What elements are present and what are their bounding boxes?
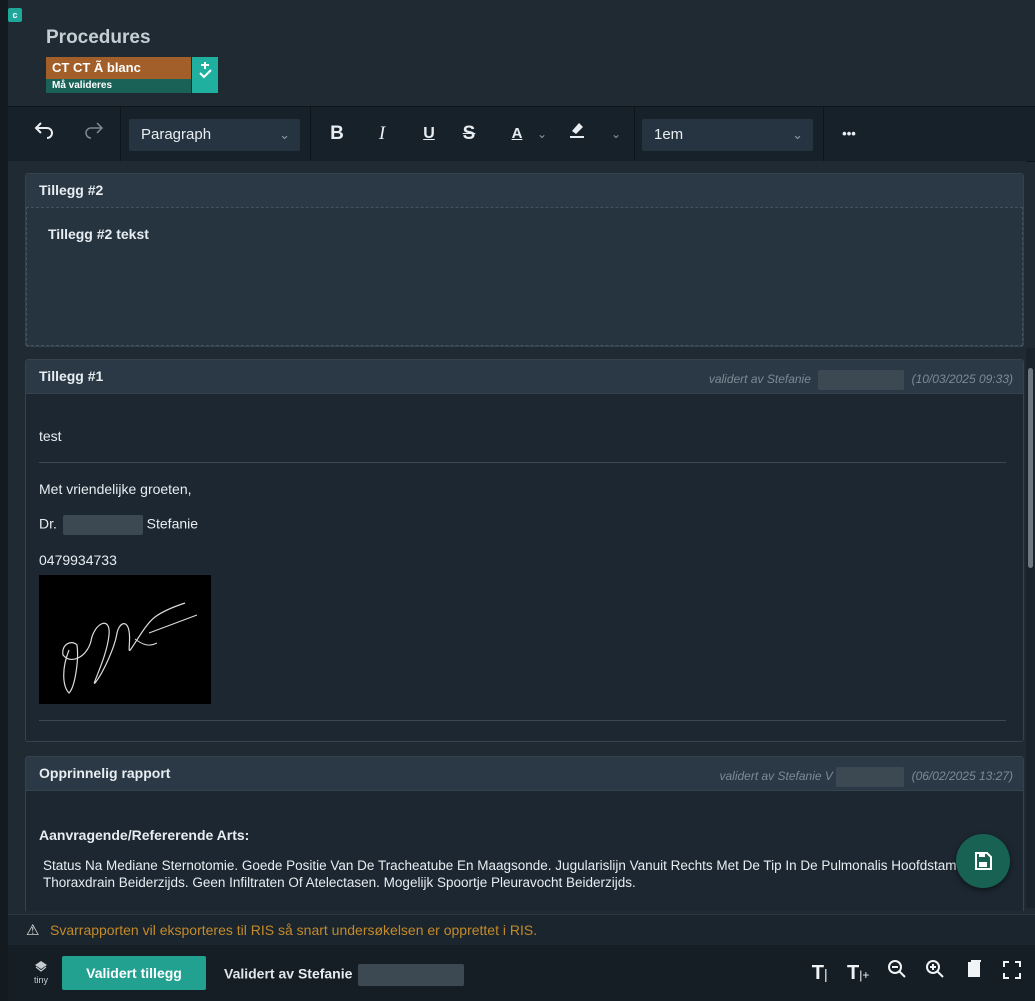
procedures-title: Procedures bbox=[46, 27, 151, 48]
original-validated-by: validert av Stefanie V bbox=[719, 769, 833, 784]
block-format-value: Paragraph bbox=[141, 126, 212, 143]
procedure-header: Procedures CT CT Ã blanc Må valideres bbox=[8, 0, 1035, 105]
procedure-tag-name: CT CT Ã blanc bbox=[46, 57, 191, 79]
block-format-select[interactable]: Paragraph ⌄ bbox=[129, 119, 300, 151]
chevron-down-icon[interactable]: ⌄ bbox=[534, 119, 550, 149]
addendum-2-title: Tillegg #2 bbox=[39, 182, 104, 198]
scrollbar-thumb[interactable] bbox=[1028, 368, 1033, 568]
original-report-panel: Opprinnelig rapport validert av Stefanie… bbox=[25, 756, 1024, 911]
validate-icon bbox=[199, 62, 212, 79]
strikethrough-button[interactable]: S bbox=[456, 119, 482, 149]
redacted-name bbox=[818, 370, 905, 390]
toolbar-divider bbox=[310, 107, 311, 161]
validate-procedure-button[interactable] bbox=[192, 57, 218, 93]
addendum-2-panel: Tillegg #2 Tillegg #2 tekst bbox=[25, 173, 1024, 347]
addendum-2-text: Tillegg #2 tekst bbox=[48, 226, 149, 242]
addendum-1-validation: validert av Stefanie (10/03/2025 09:33) bbox=[709, 370, 1013, 390]
original-timestamp: (06/02/2025 13:27) bbox=[911, 769, 1013, 784]
original-report-header: Opprinnelig rapport validert av Stefanie… bbox=[26, 757, 1023, 791]
validated-by-label: Validert av bbox=[224, 965, 295, 982]
left-rail bbox=[0, 0, 8, 1001]
text-increase-icon[interactable]: T|+ bbox=[845, 957, 871, 989]
phone-number: 0479934733 bbox=[39, 552, 117, 568]
warning-icon: ⚠ bbox=[26, 922, 40, 939]
export-warning: ⚠ Svarrapporten vil eksporteres til RIS … bbox=[8, 914, 1035, 945]
validated-by: Validert av Stefanie bbox=[224, 964, 465, 986]
toolbar-divider bbox=[634, 107, 635, 161]
addendum-1-panel: Tillegg #1 validert av Stefanie (10/03/2… bbox=[25, 359, 1024, 742]
footer-bar: tiny Validert tillegg Validert av Stefan… bbox=[8, 945, 1035, 1001]
save-icon bbox=[975, 851, 992, 870]
redacted-name bbox=[62, 515, 143, 535]
toolbar-divider bbox=[823, 107, 824, 161]
addendum-1-body: test bbox=[39, 428, 62, 444]
validated-by-name: Stefanie bbox=[297, 965, 353, 982]
redacted-name bbox=[358, 964, 465, 986]
editor-content: Tillegg #2 Tillegg #2 tekst Tillegg #1 v… bbox=[8, 161, 1026, 911]
divider bbox=[39, 462, 1006, 463]
original-report-validation: validert av Stefanie V (06/02/2025 13:27… bbox=[719, 767, 1013, 787]
section-label: Aanvragende/Refererende Arts: bbox=[39, 827, 250, 843]
tiny-logo: tiny bbox=[30, 960, 52, 986]
chevron-down-icon[interactable]: ⌄ bbox=[608, 119, 624, 149]
redacted-name bbox=[836, 767, 905, 787]
highlight-button[interactable] bbox=[564, 119, 590, 149]
font-color-button[interactable]: A bbox=[504, 119, 530, 149]
doctor-prefix: Dr. bbox=[39, 515, 57, 532]
bold-button[interactable]: B bbox=[324, 119, 350, 149]
italic-button[interactable]: I bbox=[369, 119, 395, 149]
font-size-select[interactable]: 1em ⌄ bbox=[642, 119, 813, 151]
procedure-tag[interactable]: CT CT Ã blanc Må valideres bbox=[46, 57, 218, 93]
toolbar-divider bbox=[120, 107, 121, 161]
zoom-out-icon[interactable] bbox=[884, 957, 910, 989]
fullscreen-icon[interactable] bbox=[999, 957, 1025, 989]
warning-text: Svarrapporten vil eksporteres til RIS så… bbox=[50, 922, 538, 938]
procedure-tag-status: Må valideres bbox=[46, 79, 191, 93]
document-icon[interactable] bbox=[961, 957, 987, 989]
tiny-logo-text: tiny bbox=[33, 975, 48, 985]
footer-icon-group: T| T|+ bbox=[799, 957, 1025, 989]
tiny-logo-icon bbox=[35, 961, 47, 972]
chevron-down-icon: ⌄ bbox=[792, 127, 803, 142]
underline-button[interactable]: U bbox=[416, 119, 442, 149]
highlighter-icon bbox=[570, 123, 584, 138]
scrollbar[interactable] bbox=[1026, 348, 1035, 908]
original-report-title: Opprinnelig rapport bbox=[39, 765, 171, 781]
zoom-in-icon[interactable] bbox=[922, 957, 948, 989]
doctor-name: Stefanie bbox=[146, 515, 199, 532]
validate-addendum-button[interactable]: Validert tillegg bbox=[62, 956, 206, 990]
doctor-line: Dr. Stefanie bbox=[39, 515, 198, 535]
report-text: Status Na Mediane Sternotomie. Goede Pos… bbox=[43, 858, 961, 890]
font-size-value: 1em bbox=[654, 126, 684, 143]
redo-icon bbox=[85, 122, 104, 139]
signature-image bbox=[39, 575, 211, 704]
more-button[interactable]: ••• bbox=[834, 119, 864, 149]
redo-button[interactable] bbox=[80, 119, 108, 149]
addendum-1-validated-by: validert av Stefanie bbox=[708, 372, 811, 387]
original-report-body: Aanvragende/Refererende Arts: Status Na … bbox=[39, 827, 1006, 891]
editor-toolbar: Paragraph ⌄ B I U S A ⌄ ⌄ 1em ⌄ ••• bbox=[8, 106, 1035, 162]
save-button[interactable] bbox=[956, 834, 1010, 888]
app-badge: c bbox=[8, 8, 22, 22]
addendum-1-timestamp: (10/03/2025 09:33) bbox=[911, 372, 1013, 387]
divider bbox=[39, 720, 1006, 721]
undo-button[interactable] bbox=[30, 119, 58, 149]
undo-icon bbox=[34, 122, 53, 139]
addendum-1-header: Tillegg #1 validert av Stefanie (10/03/2… bbox=[26, 360, 1023, 394]
greeting-text: Met vriendelijke groeten, bbox=[39, 481, 192, 497]
chevron-down-icon: ⌄ bbox=[279, 127, 290, 142]
text-decrease-icon[interactable]: T| bbox=[807, 957, 833, 989]
addendum-2-header: Tillegg #2 bbox=[26, 174, 1023, 208]
addendum-1-title: Tillegg #1 bbox=[39, 368, 104, 384]
addendum-2-editor[interactable]: Tillegg #2 tekst bbox=[26, 207, 1023, 346]
